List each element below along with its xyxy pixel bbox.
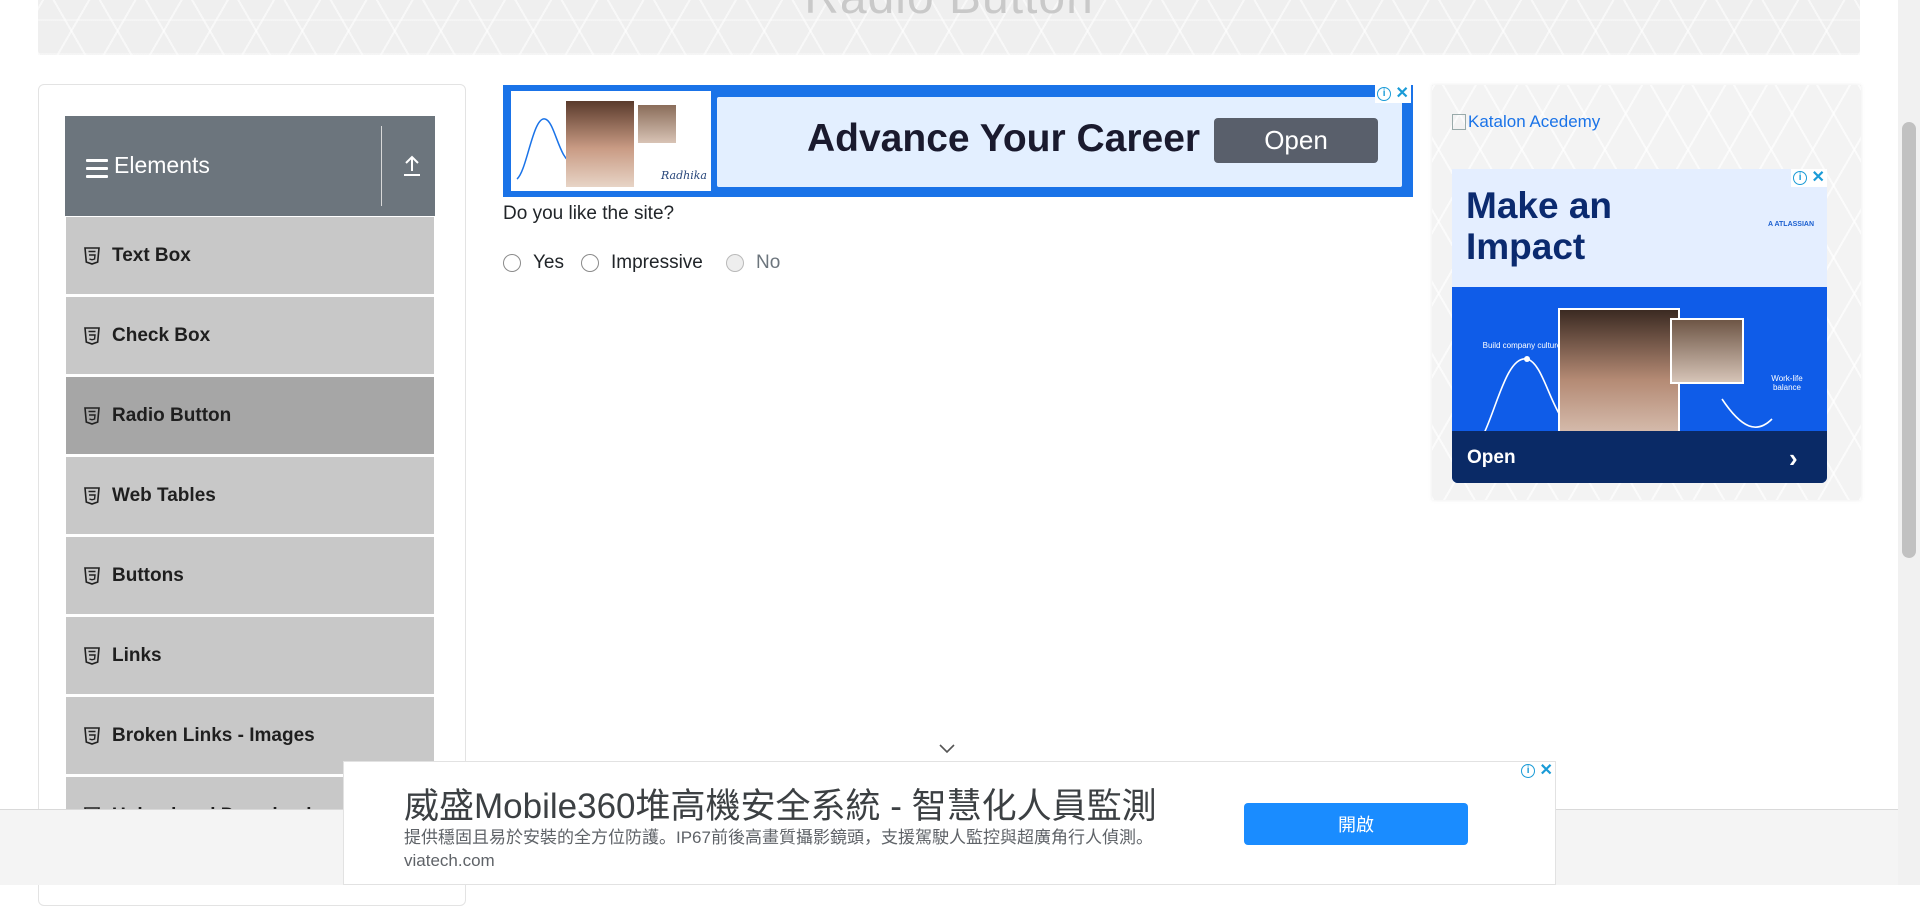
scrollbar-thumb[interactable] <box>1902 122 1916 558</box>
ad-person-thumbnail <box>636 103 678 145</box>
career-ad[interactable]: Radhika Advance Your Career Open i ✕ <box>503 85 1413 197</box>
yes-radio[interactable] <box>503 254 521 272</box>
ad-headline: Advance Your Career <box>807 117 1201 160</box>
ad-panel: Advance Your Career Open <box>717 97 1402 187</box>
radio-option-no: No <box>726 252 780 274</box>
close-icon[interactable]: ✕ <box>1395 86 1408 102</box>
no-radio <box>726 254 744 272</box>
radio-option-yes[interactable]: Yes <box>503 252 564 274</box>
header-divider <box>381 126 382 206</box>
bottom-anchor-ad[interactable]: 威盛Mobile360堆高機安全系統 - 智慧化人員監測 提供穩固且易於安裝的全… <box>343 761 1556 885</box>
html5-icon <box>84 486 100 505</box>
impact-ad-header: Make an Impact A ATLASSIAN <box>1452 169 1827 287</box>
adchoices-icon[interactable]: i ✕ <box>1519 762 1555 780</box>
radio-question: Do you like the site? <box>503 203 675 224</box>
info-icon[interactable]: i <box>1377 87 1392 101</box>
impact-ad[interactable]: Make an Impact A ATLASSIAN Build company… <box>1452 169 1827 483</box>
page-banner: Radio Button <box>38 0 1860 55</box>
impact-label-balance: Work-life balance <box>1771 374 1803 392</box>
katalon-ad-link[interactable]: Katalon Acedemy <box>1452 112 1600 132</box>
katalon-link-text[interactable]: Katalon Acedemy <box>1468 112 1600 132</box>
atlassian-logo: A ATLASSIAN <box>1768 221 1815 228</box>
close-icon[interactable]: ✕ <box>1539 763 1552 779</box>
bottom-ad-description: 提供穩固且易於安裝的全方位防護。IP67前後高畫質攝影鏡頭，支援駕駛人監控與超廣… <box>404 828 1153 870</box>
ad-open-button[interactable]: Open <box>1214 118 1378 163</box>
page-title: Radio Button <box>38 0 1860 25</box>
sidebar-item-radio-button[interactable]: Radio Button <box>66 376 434 454</box>
info-icon[interactable]: i <box>1793 171 1808 185</box>
ad-person-photo <box>566 101 634 187</box>
impact-open-button[interactable]: Open <box>1467 447 1516 469</box>
yes-radio-label[interactable]: Yes <box>533 252 564 274</box>
ad-photo-area: Radhika <box>511 91 711 191</box>
html5-icon <box>84 726 100 745</box>
collapse-up-icon[interactable] <box>401 154 423 178</box>
ad-signature: Radhika <box>661 169 707 182</box>
html5-icon <box>84 326 100 345</box>
html5-icon <box>84 646 100 665</box>
broken-image-icon <box>1452 114 1466 130</box>
impressive-radio[interactable] <box>581 254 599 272</box>
impact-ad-title: Make an Impact <box>1466 185 1613 267</box>
sidebar-item-label: Check Box <box>112 324 211 346</box>
sidebar-item-label: Radio Button <box>112 404 232 426</box>
group-title: Elements <box>114 152 210 178</box>
chevron-right-icon[interactable]: › <box>1789 443 1798 474</box>
impact-person-thumbnail <box>1670 318 1744 384</box>
sidebar-item-label: Links <box>112 644 162 666</box>
sidebar-item-label: Broken Links - Images <box>112 724 315 746</box>
sidebar-item-text-box[interactable]: Text Box <box>66 216 434 294</box>
html5-icon <box>84 566 100 585</box>
html5-icon <box>84 246 100 265</box>
sidebar-item-buttons[interactable]: Buttons <box>66 536 434 614</box>
close-icon[interactable]: ✕ <box>1811 170 1824 186</box>
impact-label-culture: Build company culture <box>1482 341 1562 350</box>
info-icon[interactable]: i <box>1521 764 1536 778</box>
bottom-ad-open-button[interactable]: 開啟 <box>1244 803 1468 845</box>
sidebar-item-web-tables[interactable]: Web Tables <box>66 456 434 534</box>
no-radio-label: No <box>756 252 781 273</box>
sidebar-item-label: Buttons <box>112 564 184 586</box>
impact-ad-cta-bar[interactable]: Open › <box>1452 431 1827 483</box>
sidebar-item-label: Text Box <box>112 244 191 266</box>
hamburger-icon <box>86 159 108 183</box>
adchoices-icon[interactable]: i ✕ <box>1375 85 1411 103</box>
bottom-ad-title[interactable]: 威盛Mobile360堆高機安全系統 - 智慧化人員監測 <box>404 778 1157 829</box>
html5-icon <box>84 406 100 425</box>
adchoices-icon[interactable]: i ✕ <box>1791 169 1827 187</box>
sidebar-item-label: Web Tables <box>112 484 216 506</box>
radio-option-impressive[interactable]: Impressive <box>581 252 703 274</box>
impressive-radio-label[interactable]: Impressive <box>611 252 703 274</box>
chevron-down-icon[interactable] <box>937 742 957 756</box>
elements-group-header[interactable]: Elements <box>65 116 435 216</box>
sidebar-item-check-box[interactable]: Check Box <box>66 296 434 374</box>
sidebar-item-links[interactable]: Links <box>66 616 434 694</box>
page-scrollbar[interactable] <box>1898 0 1920 885</box>
